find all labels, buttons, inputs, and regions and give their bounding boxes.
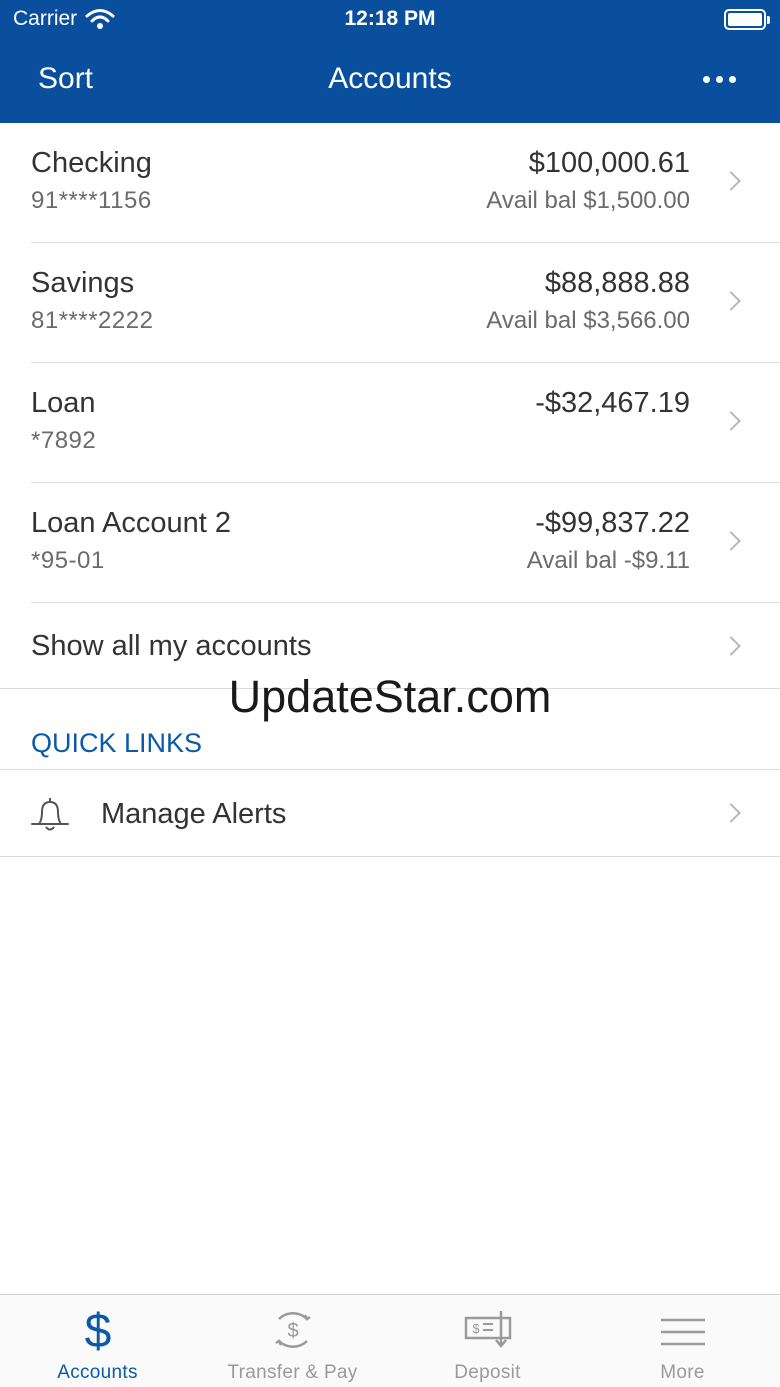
tab-label: Accounts bbox=[57, 1362, 138, 1383]
svg-text:$: $ bbox=[84, 1305, 111, 1355]
status-bar: Carrier 12:18 PM bbox=[0, 0, 780, 40]
account-balance: $100,000.61 bbox=[528, 147, 690, 179]
tab-transfer-pay[interactable]: $ Transfer & Pay bbox=[195, 1295, 390, 1387]
chevron-right-icon bbox=[721, 411, 741, 431]
nav-bar: Sort Accounts bbox=[0, 40, 780, 123]
chevron-right-icon bbox=[721, 803, 741, 823]
account-number: 81****2222 bbox=[31, 307, 154, 334]
manage-alerts-item[interactable]: Manage Alerts bbox=[0, 770, 780, 857]
svg-text:$: $ bbox=[287, 1320, 298, 1342]
account-row-checking[interactable]: Checking 91****1156 $100,000.61 Avail ba… bbox=[0, 123, 780, 243]
manage-alerts-label: Manage Alerts bbox=[101, 798, 287, 830]
account-row-savings[interactable]: Savings 81****2222 $88,888.88 Avail bal … bbox=[0, 243, 780, 363]
check-deposit-icon: $ bbox=[464, 1311, 511, 1348]
account-balance: $88,888.88 bbox=[544, 267, 690, 299]
account-number: *95-01 bbox=[31, 547, 105, 574]
account-number: *7892 bbox=[31, 427, 97, 454]
account-balance: -$99,837.22 bbox=[535, 507, 690, 539]
svg-text:$: $ bbox=[472, 1321, 480, 1336]
sort-button[interactable]: Sort bbox=[38, 62, 93, 96]
tab-more[interactable]: More bbox=[585, 1295, 780, 1387]
accounts-list: Checking 91****1156 $100,000.61 Avail ba… bbox=[0, 123, 780, 689]
account-number: 91****1156 bbox=[31, 187, 152, 214]
chevron-right-icon bbox=[721, 291, 741, 311]
account-available-balance: Avail bal $3,566.00 bbox=[486, 307, 690, 334]
bell-icon bbox=[31, 798, 69, 831]
account-name: Loan bbox=[31, 387, 96, 419]
chevron-right-icon bbox=[721, 531, 741, 551]
ellipsis-icon[interactable] bbox=[703, 76, 736, 83]
top-bar: Carrier 12:18 PM Sort Accounts bbox=[0, 0, 780, 123]
show-all-label: Show all my accounts bbox=[31, 630, 312, 662]
quick-links-heading: QUICK LINKS bbox=[31, 728, 203, 758]
page-title: Accounts bbox=[328, 62, 452, 95]
account-name: Checking bbox=[31, 147, 152, 179]
tab-label: More bbox=[660, 1362, 705, 1383]
account-balance: -$32,467.19 bbox=[535, 387, 690, 419]
dollar-icon: $ bbox=[84, 1305, 111, 1355]
account-name: Savings bbox=[31, 267, 135, 299]
tab-label: Transfer & Pay bbox=[227, 1362, 358, 1383]
account-row-loan[interactable]: Loan *7892 -$32,467.19 bbox=[0, 363, 780, 483]
menu-icon bbox=[660, 1318, 705, 1346]
tab-bar: $ Accounts $ Transfer & Pay $ Deposit Mo… bbox=[0, 1294, 780, 1387]
account-row-loan-account-2[interactable]: Loan Account 2 *95-01 -$99,837.22 Avail … bbox=[0, 483, 780, 603]
account-available-balance: Avail bal $1,500.00 bbox=[486, 187, 690, 214]
clock: 12:18 PM bbox=[344, 7, 436, 30]
tab-label: Deposit bbox=[454, 1362, 521, 1383]
battery-icon bbox=[724, 9, 770, 30]
account-available-balance: Avail bal -$9.11 bbox=[526, 547, 690, 574]
tab-accounts[interactable]: $ Accounts bbox=[0, 1295, 195, 1387]
transfer-icon: $ bbox=[274, 1312, 311, 1348]
chevron-right-icon bbox=[721, 171, 741, 191]
account-name: Loan Account 2 bbox=[31, 507, 231, 539]
watermark: UpdateStar.com bbox=[228, 671, 552, 722]
quick-links-list: Manage Alerts bbox=[0, 769, 780, 857]
tab-deposit[interactable]: $ Deposit bbox=[390, 1295, 585, 1387]
chevron-right-icon bbox=[721, 636, 741, 656]
